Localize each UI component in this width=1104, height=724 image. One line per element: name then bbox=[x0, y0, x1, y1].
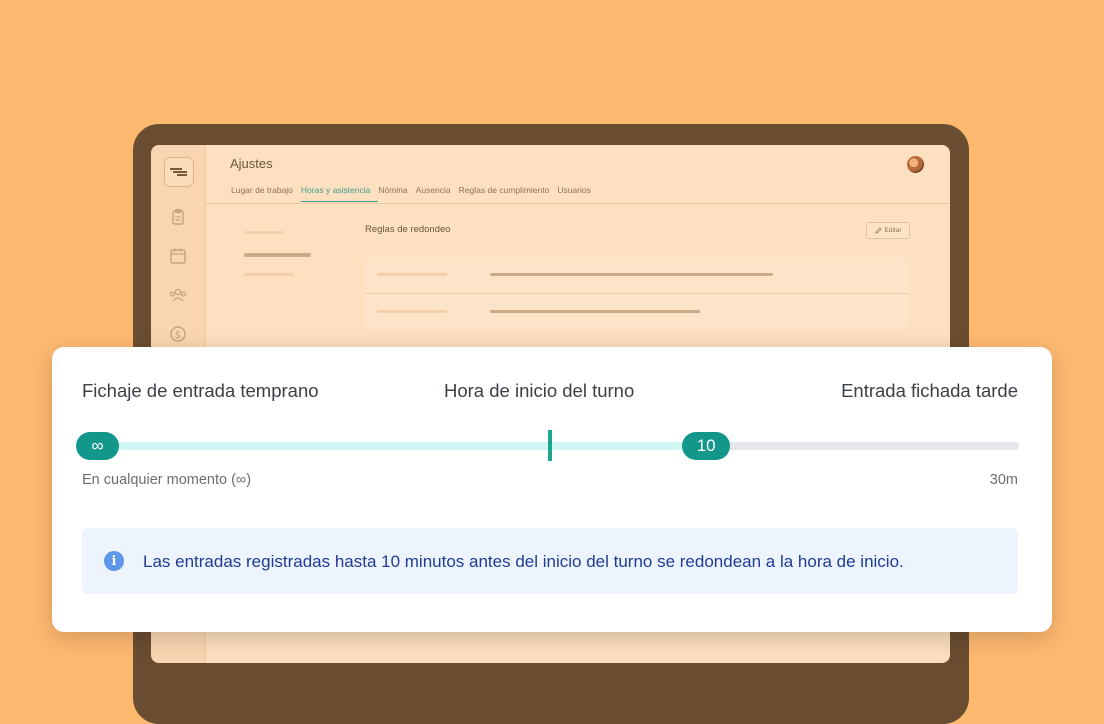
early-slider-handle[interactable]: ∞ bbox=[76, 432, 119, 460]
shift-start-marker bbox=[548, 430, 552, 461]
late-slider-handle[interactable]: 10 bbox=[682, 432, 731, 460]
early-caption: En cualquier momento (∞) bbox=[82, 472, 252, 488]
clipboard-icon[interactable] bbox=[168, 207, 188, 227]
section-title: Reglas de redondeo bbox=[365, 224, 451, 235]
edit-button[interactable]: Editar bbox=[866, 222, 910, 239]
tab-nomina[interactable]: Nómina bbox=[378, 185, 415, 202]
rounding-overlay-card: Fichaje de entrada temprano Hora de inic… bbox=[52, 347, 1052, 632]
calendar-icon[interactable] bbox=[168, 246, 188, 266]
top-bar: Ajustes Lugar de trabajo Horas y asisten… bbox=[206, 145, 950, 204]
avatar[interactable] bbox=[907, 156, 924, 173]
nav-placeholder-active bbox=[244, 253, 311, 257]
rounding-rules-table bbox=[364, 258, 909, 329]
edit-label: Editar bbox=[884, 227, 902, 234]
table-row-label bbox=[377, 273, 447, 276]
early-clock-in-label: Fichaje de entrada temprano bbox=[82, 380, 319, 401]
tab-bar: Lugar de trabajo Horas y asistencia Nómi… bbox=[231, 185, 599, 202]
late-clock-in-label: Entrada fichada tarde bbox=[841, 380, 1018, 401]
pencil-icon bbox=[874, 227, 882, 234]
svg-text:$: $ bbox=[175, 330, 181, 341]
shift-start-label: Hora de inicio del turno bbox=[444, 380, 635, 401]
tab-horas-y-asistencia[interactable]: Horas y asistencia bbox=[300, 185, 379, 202]
late-max-label: 30m bbox=[989, 472, 1018, 488]
table-divider bbox=[364, 293, 909, 294]
nav-placeholder bbox=[244, 273, 294, 276]
info-banner: i Las entradas registradas hasta 10 minu… bbox=[82, 528, 1018, 594]
slider-fill bbox=[82, 442, 707, 450]
page-title: Ajustes bbox=[230, 156, 273, 171]
logo-icon[interactable] bbox=[164, 157, 194, 187]
tab-reglas-de-cumplimiento[interactable]: Reglas de cumplimiento bbox=[459, 185, 558, 202]
table-row-value bbox=[490, 310, 700, 313]
tab-lugar-de-trabajo[interactable]: Lugar de trabajo bbox=[231, 185, 301, 202]
table-row-value bbox=[490, 273, 773, 276]
info-text: Las entradas registradas hasta 10 minuto… bbox=[143, 552, 904, 571]
nav-placeholder bbox=[244, 231, 284, 234]
info-icon: i bbox=[104, 551, 124, 571]
dollar-icon[interactable]: $ bbox=[168, 324, 188, 344]
tab-usuarios[interactable]: Usuarios bbox=[557, 185, 599, 202]
tab-ausencia[interactable]: Ausencia bbox=[416, 185, 459, 202]
table-row-label bbox=[377, 310, 447, 313]
people-icon[interactable] bbox=[168, 285, 188, 305]
